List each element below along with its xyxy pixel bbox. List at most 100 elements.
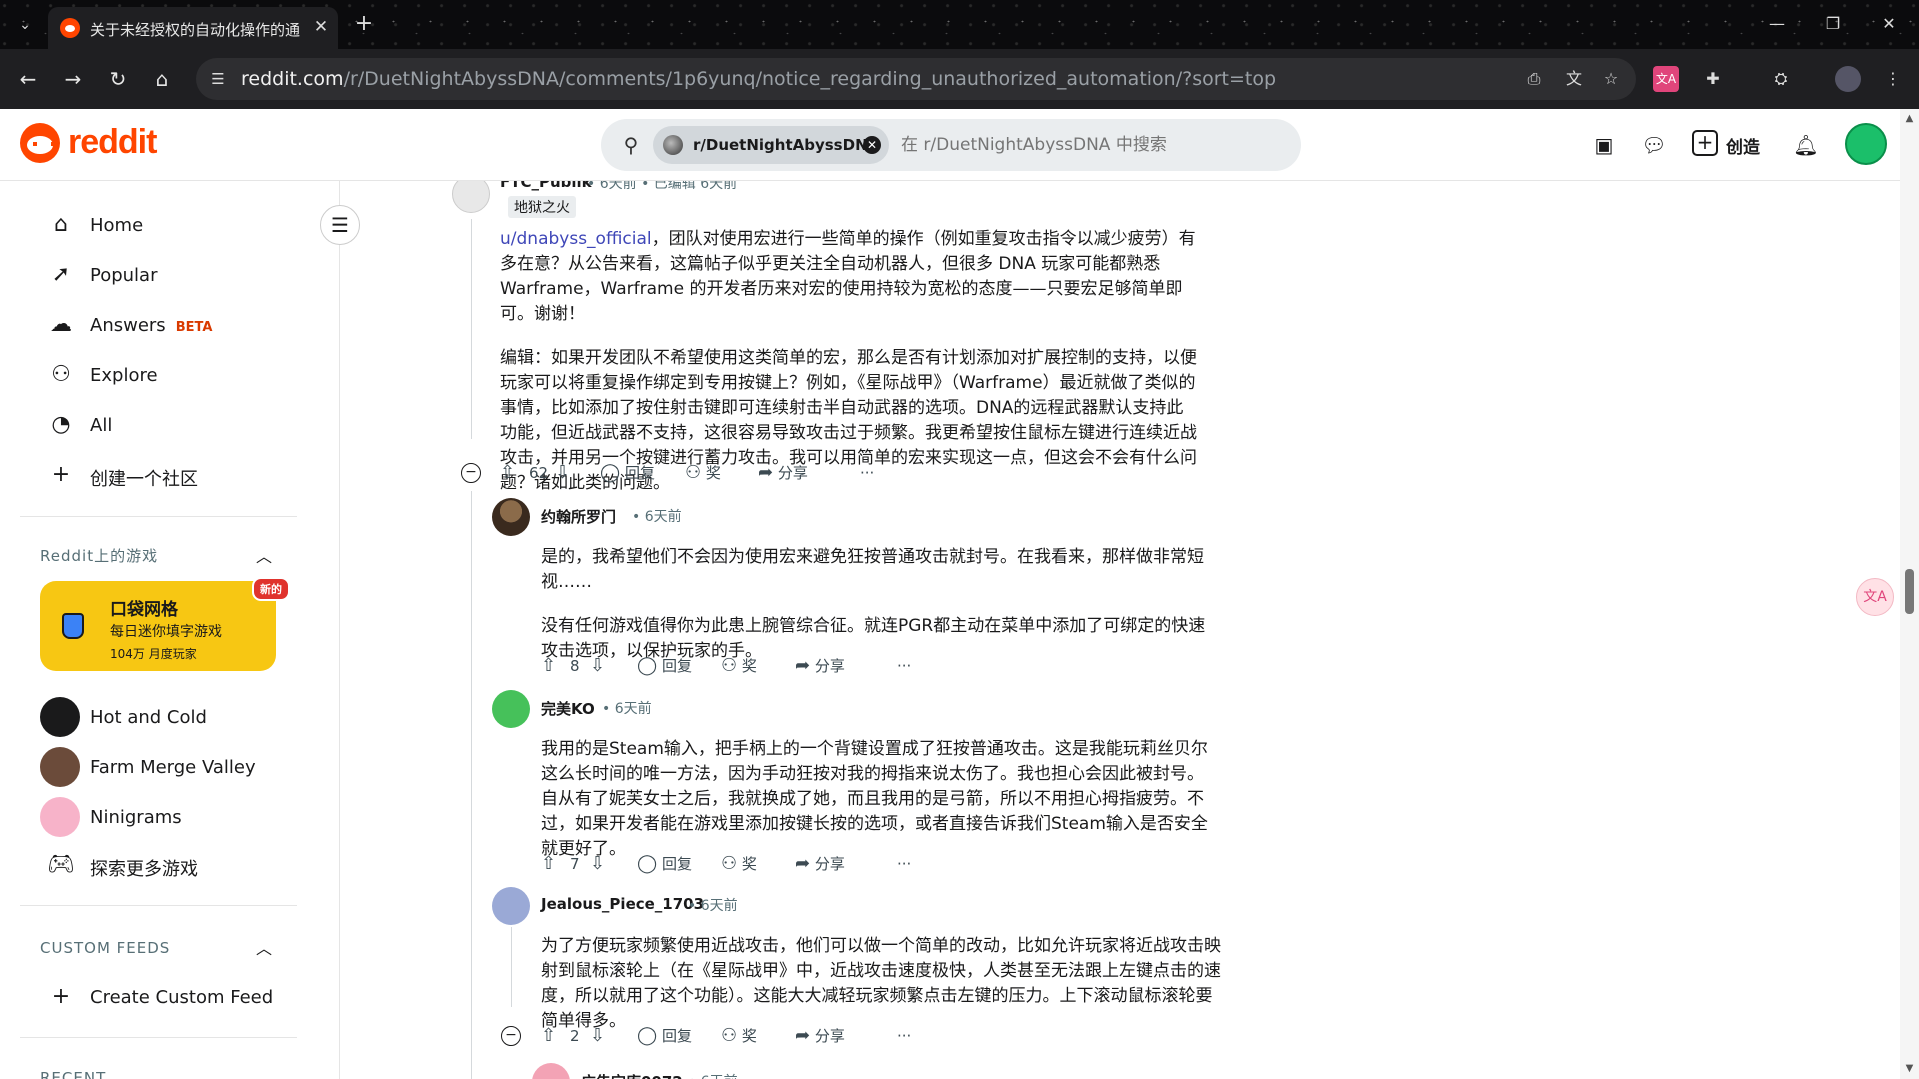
incognito-icon[interactable]: ⛭ (1768, 66, 1794, 92)
chat-icon[interactable]: 💬︎ (1638, 129, 1670, 161)
games-section-title[interactable]: Reddit上的游戏 (40, 545, 158, 566)
extension-translate-icon[interactable]: 文A (1653, 66, 1679, 92)
sidebar-item-explore[interactable]: ⚇ Explore (40, 355, 300, 395)
upvote-icon[interactable]: ⇧ (500, 458, 515, 488)
install-app-icon[interactable]: ⎙ (1522, 67, 1546, 91)
more-options-icon[interactable]: ··· (860, 458, 874, 488)
reddit-logo-icon[interactable] (20, 123, 60, 163)
browser-toolbar: ← → ↻ ⌂ ☰ reddit.com/r/DuetNightAbyssDNA… (0, 49, 1919, 109)
upvote-icon[interactable]: ⇧ (541, 651, 556, 681)
sidebar-item-all[interactable]: ◔ All (40, 405, 300, 445)
close-window-icon[interactable]: ✕ (1874, 12, 1904, 36)
comment-avatar[interactable] (492, 498, 530, 536)
community-filter-chip[interactable]: r/DuetNightAbyssDNA ✕ (653, 126, 889, 164)
browser-tab[interactable]: 关于未经授权的自动化操作的通 ✕ (48, 7, 338, 49)
downvote-icon[interactable]: ⇩ (590, 849, 605, 879)
comment-text: 为了方便玩家频繁使用近战攻击，他们可以做一个简单的改动，比如允许玩家将近战攻击映… (541, 936, 1221, 1031)
notifications-bell-icon[interactable]: 🔔︎ (1790, 129, 1822, 161)
new-tab-icon[interactable]: + (352, 13, 376, 37)
comment-author[interactable]: Jealous_Piece_1703 (541, 895, 704, 913)
share-button[interactable]: ➦ 分享 (795, 651, 845, 681)
sidebar-item-home[interactable]: ⌂ Home (40, 205, 300, 245)
comment-author[interactable]: 约翰所罗门 (541, 506, 616, 527)
forward-icon[interactable]: → (59, 65, 87, 93)
comment-avatar[interactable] (492, 690, 530, 728)
remove-filter-icon[interactable]: ✕ (863, 136, 881, 154)
translate-icon[interactable]: 文 (1562, 67, 1586, 91)
downvote-icon[interactable]: ⇩ (590, 1021, 605, 1051)
recent-title[interactable]: RECENT (40, 1069, 106, 1079)
floating-translate-icon[interactable]: 文A (1856, 578, 1894, 616)
collapse-thread-icon[interactable]: − (501, 1026, 521, 1046)
award-button[interactable]: ⚇ 奖 (721, 651, 757, 681)
back-icon[interactable]: ← (14, 65, 42, 93)
url-text[interactable]: reddit.com/r/DuetNightAbyssDNA/comments/… (241, 68, 1276, 90)
chevron-up-icon[interactable]: ︿ (253, 935, 275, 958)
game-item-hot-and-cold[interactable]: Hot and Cold (40, 695, 300, 739)
featured-game-card[interactable]: 口袋网格 每日迷你填字游戏 104万 月度玩家 (40, 581, 276, 671)
scroll-up-arrow-icon[interactable]: ▲ (1904, 113, 1915, 124)
upvote-icon[interactable]: ⇧ (541, 1021, 556, 1051)
site-info-icon[interactable]: ☰ (206, 67, 230, 91)
chevron-up-icon[interactable]: ︿ (253, 1065, 275, 1079)
bookmark-star-icon[interactable]: ☆ (1599, 67, 1623, 91)
home-browser-icon[interactable]: ⌂ (148, 65, 176, 93)
share-button[interactable]: ➦ 分享 (795, 1021, 845, 1051)
upvote-icon[interactable]: ⇧ (541, 849, 556, 879)
user-mention-link[interactable]: u/dnabyss_official (500, 229, 652, 249)
sidebar-item-answers[interactable]: ☁ Answers BETA (40, 305, 300, 345)
reply-button[interactable]: ◯ 回复 (637, 1021, 692, 1051)
collapse-thread-icon[interactable]: − (461, 463, 481, 483)
award-button[interactable]: ⚇ 奖 (685, 458, 721, 488)
search-bar[interactable]: ⚲ r/DuetNightAbyssDNA ✕ (601, 119, 1301, 171)
award-button[interactable]: ⚇ 奖 (721, 1021, 757, 1051)
restore-icon[interactable]: ❐ (1818, 12, 1848, 36)
comment-avatar[interactable] (452, 181, 490, 213)
browser-menu-icon[interactable]: ⋮ (1880, 66, 1906, 92)
tab-search-chevron-icon[interactable]: ⌄ (14, 14, 36, 36)
comment-avatar[interactable] (492, 887, 530, 925)
minimize-icon[interactable]: — (1762, 12, 1792, 36)
advertise-icon[interactable]: ▣ (1588, 129, 1620, 161)
downvote-icon[interactable]: ⇩ (590, 651, 605, 681)
comment-author[interactable]: 广告宝库0072 (581, 1071, 683, 1079)
create-post-button[interactable]: + 创造 (1688, 125, 1788, 165)
reddit-wordmark[interactable]: reddit (68, 123, 157, 162)
sidebar-item-popular[interactable]: ➚ Popular (40, 255, 300, 295)
thread-line[interactable] (511, 927, 512, 1007)
more-options-icon[interactable]: ··· (897, 1021, 911, 1051)
divider (20, 905, 297, 906)
scroll-down-arrow-icon[interactable]: ▼ (1904, 1063, 1915, 1074)
game-item-farm-merge-valley[interactable]: Farm Merge Valley (40, 745, 300, 789)
create-custom-feed-button[interactable]: + Create Custom Feed (40, 977, 300, 1017)
reload-icon[interactable]: ↻ (104, 65, 132, 93)
reply-button[interactable]: ◯ 回复 (600, 458, 655, 488)
share-button[interactable]: ➦ 分享 (758, 458, 808, 488)
comment-author[interactable]: 完美KO (541, 698, 595, 719)
extensions-puzzle-icon[interactable]: ✚ (1700, 66, 1726, 92)
sidebar-item-create-community[interactable]: + 创建一个社区 (40, 455, 300, 495)
downvote-icon[interactable]: ⇩ (555, 458, 570, 488)
more-options-icon[interactable]: ··· (897, 849, 911, 879)
user-avatar[interactable] (1845, 123, 1887, 165)
award-button[interactable]: ⚇ 奖 (721, 849, 757, 879)
address-bar[interactable]: ☰ reddit.com/r/DuetNightAbyssDNA/comment… (196, 58, 1636, 100)
scrollbar-thumb[interactable] (1905, 569, 1914, 614)
profile-avatar-icon[interactable] (1835, 66, 1861, 92)
reply-button[interactable]: ◯ 回复 (637, 849, 692, 879)
reply-button[interactable]: ◯ 回复 (637, 651, 692, 681)
sidebar-item-label: All (90, 415, 113, 436)
comment-avatar[interactable] (532, 1063, 570, 1079)
game-item-ninigrams[interactable]: Ninigrams (40, 795, 300, 839)
close-tab-icon[interactable]: ✕ (310, 16, 332, 38)
share-button[interactable]: ➦ 分享 (795, 849, 845, 879)
chevron-up-icon[interactable]: ︿ (253, 543, 275, 566)
page-scrollbar[interactable]: ▲ ▼ (1900, 109, 1919, 1079)
more-options-icon[interactable]: ··· (897, 651, 911, 681)
parent-thread-line[interactable] (471, 491, 472, 1079)
comment-author[interactable]: FTC_Publik (500, 181, 592, 191)
search-input[interactable] (901, 132, 1281, 158)
custom-feeds-title[interactable]: CUSTOM FEEDS (40, 939, 170, 957)
sidebar-item-explore-games[interactable]: 🎮︎ 探索更多游戏 (40, 845, 300, 885)
thread-line[interactable] (471, 219, 472, 439)
